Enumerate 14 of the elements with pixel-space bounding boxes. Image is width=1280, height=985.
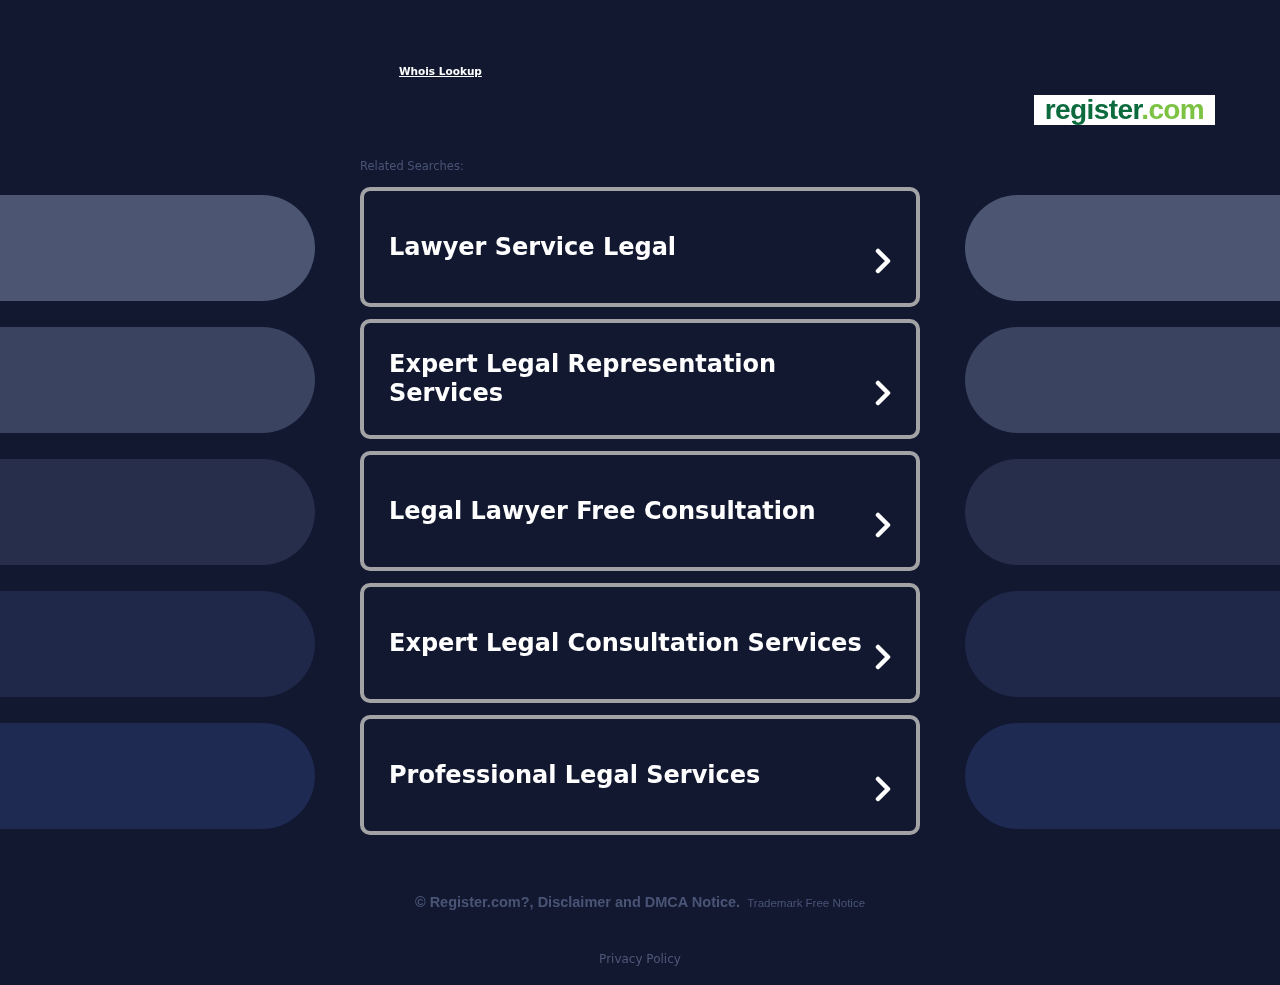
related-search-link[interactable]: Lawyer Service Legal — [360, 187, 920, 307]
related-search-link[interactable]: Expert Legal Representation Services — [360, 319, 920, 439]
copyright-notice: © Register.com?, Disclaimer and DMCA Notice. — [414, 894, 741, 910]
chevron-right-icon — [875, 248, 891, 274]
chevron-right-icon — [875, 512, 891, 538]
chevron-right-icon — [875, 776, 891, 802]
register-logo[interactable]: register.com — [1034, 95, 1215, 125]
whois-lookup-link[interactable]: Whois Lookup — [399, 64, 482, 78]
related-searches-heading: Related Searches: — [360, 159, 464, 173]
related-search-link[interactable]: Professional Legal Services — [360, 715, 920, 835]
chevron-right-icon — [875, 644, 891, 670]
related-search-link[interactable]: Legal Lawyer Free Consultation — [360, 451, 920, 571]
related-search-link[interactable]: Expert Legal Consultation Services — [360, 583, 920, 703]
chevron-right-icon — [875, 380, 891, 406]
